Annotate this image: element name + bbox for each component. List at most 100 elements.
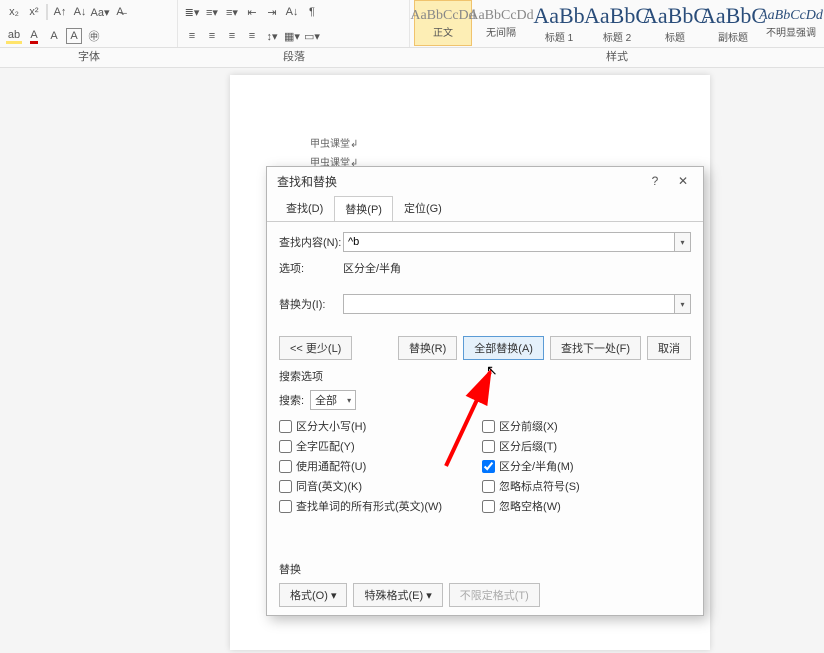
increase-indent-icon[interactable]: ⇥ <box>264 4 280 20</box>
shading-icon[interactable]: ▦▾ <box>284 28 300 44</box>
align-center-icon[interactable]: ≡ <box>204 28 220 44</box>
dialog-title: 查找和替换 <box>277 173 337 190</box>
multilevel-icon[interactable]: ≡▾ <box>224 4 240 20</box>
check-忽略标点符号(S)[interactable]: 忽略标点符号(S) <box>482 478 580 494</box>
checkbox[interactable] <box>279 440 292 453</box>
checkbox[interactable] <box>482 420 495 433</box>
no-format-button[interactable]: 不限定格式(T) <box>449 583 540 607</box>
style-preview: AaBbCcDd <box>759 8 823 24</box>
replace-all-button[interactable]: 全部替换(A) <box>463 336 544 360</box>
check-区分全/半角(M)[interactable]: 区分全/半角(M) <box>482 458 580 474</box>
ribbon: x₂ x² A↑ A↓ Aa▾ A̶ ab A A A ㊥ ↘ ≣▾ ≡▾ ≡▾… <box>0 0 824 48</box>
highlight-icon[interactable]: ab <box>6 28 22 44</box>
checkbox[interactable] <box>279 500 292 513</box>
check-label: 区分前缀(X) <box>499 418 558 434</box>
numbering-icon[interactable]: ≡▾ <box>204 4 220 20</box>
find-next-button[interactable]: 查找下一处(F) <box>550 336 641 360</box>
checkbox[interactable] <box>279 460 292 473</box>
check-同音(英文)(K)[interactable]: 同音(英文)(K) <box>279 478 442 494</box>
close-button[interactable]: ✕ <box>669 169 697 193</box>
borders-icon[interactable]: ▭▾ <box>304 28 320 44</box>
checkbox[interactable] <box>279 480 292 493</box>
check-label: 区分后缀(T) <box>499 438 557 454</box>
line-spacing-icon[interactable]: ↕▾ <box>264 28 280 44</box>
check-查找单词的所有形式(英文)(W)[interactable]: 查找单词的所有形式(英文)(W) <box>279 498 442 514</box>
decrease-indent-icon[interactable]: ⇤ <box>244 4 260 20</box>
bullets-icon[interactable]: ≣▾ <box>184 4 200 20</box>
replace-history-dropdown[interactable]: ▾ <box>675 294 691 314</box>
style-name: 副标题 <box>718 29 748 44</box>
help-button[interactable]: ? <box>641 169 669 193</box>
style-tile-标题[interactable]: AaBbC标题 <box>646 0 704 46</box>
tab-replace[interactable]: 替换(P) <box>334 196 393 222</box>
char-shading-icon[interactable]: A <box>46 28 62 44</box>
checkbox[interactable] <box>482 500 495 513</box>
check-label: 同音(英文)(K) <box>296 478 362 494</box>
decrease-font-icon[interactable]: A↓ <box>72 4 88 20</box>
find-label: 查找内容(N): <box>279 234 343 250</box>
special-format-button[interactable]: 特殊格式(E) ▾ <box>353 583 442 607</box>
replace-button[interactable]: 替换(R) <box>398 336 457 360</box>
search-checkboxes: 区分大小写(H) 全字匹配(Y) 使用通配符(U) 同音(英文)(K) 查找单词的所有形… <box>279 418 691 514</box>
change-case-icon[interactable]: Aa▾ <box>92 4 108 20</box>
find-history-dropdown[interactable]: ▾ <box>675 232 691 252</box>
enclose-icon[interactable]: ㊥ <box>86 28 102 44</box>
font-color-icon[interactable]: A <box>26 28 42 44</box>
find-input[interactable] <box>343 232 675 252</box>
tab-strip: 查找(D) 替换(P) 定位(G) <box>267 195 703 221</box>
style-tile-无间隔[interactable]: AaBbCcDd无间隔 <box>472 0 530 46</box>
check-label: 查找单词的所有形式(英文)(W) <box>296 498 442 514</box>
sep <box>46 4 48 20</box>
search-direction-label: 搜索: <box>279 392 304 408</box>
font-group-label: 字体 <box>0 48 178 67</box>
checkbox[interactable] <box>482 440 495 453</box>
tab-find[interactable]: 查找(D) <box>275 195 334 221</box>
char-border-icon[interactable]: A <box>66 28 82 44</box>
style-preview: AaBbC <box>642 3 708 29</box>
style-name: 标题 <box>665 29 685 44</box>
increase-font-icon[interactable]: A↑ <box>52 4 68 20</box>
check-忽略空格(W)[interactable]: 忽略空格(W) <box>482 498 580 514</box>
doc-line: 甲虫课堂↲ <box>310 135 660 150</box>
check-label: 区分全/半角(M) <box>499 458 574 474</box>
style-tile-正文[interactable]: AaBbCcDd正文 <box>414 0 472 46</box>
check-区分大小写(H)[interactable]: 区分大小写(H) <box>279 418 442 434</box>
style-preview: AaBbC <box>584 3 650 29</box>
find-replace-dialog: 查找和替换 ? ✕ 查找(D) 替换(P) 定位(G) 查找内容(N): ▾ 选… <box>266 166 704 616</box>
style-group-label: 样式 <box>410 48 824 67</box>
style-tile-标题 1[interactable]: AaBb标题 1 <box>530 0 588 46</box>
less-button[interactable]: << 更少(L) <box>279 336 352 360</box>
align-right-icon[interactable]: ≡ <box>224 28 240 44</box>
show-marks-icon[interactable]: ¶ <box>304 4 320 20</box>
superscript-icon[interactable]: x₂ <box>6 4 22 20</box>
subscript-icon[interactable]: x² <box>26 4 42 20</box>
style-tile-标题 2[interactable]: AaBbC标题 2 <box>588 0 646 46</box>
cancel-button[interactable]: 取消 <box>647 336 691 360</box>
style-preview: AaBbC <box>700 3 766 29</box>
check-区分后缀(T)[interactable]: 区分后缀(T) <box>482 438 580 454</box>
search-direction-select[interactable]: 全部 ▾ <box>310 390 356 410</box>
style-tile-副标题[interactable]: AaBbC副标题 <box>704 0 762 46</box>
paragraph-group: ≣▾ ≡▾ ≡▾ ⇤ ⇥ A↓ ¶ ≡ ≡ ≡ ≡ ↕▾ ▦▾ ▭▾ ↘ <box>178 0 410 47</box>
style-tile-不明显强调[interactable]: AaBbCcDd不明显强调 <box>762 0 820 46</box>
align-left-icon[interactable]: ≡ <box>184 28 200 44</box>
checkbox[interactable] <box>482 460 495 473</box>
check-使用通配符(U)[interactable]: 使用通配符(U) <box>279 458 442 474</box>
align-justify-icon[interactable]: ≡ <box>244 28 260 44</box>
style-preview: AaBb <box>533 3 584 29</box>
style-preview: AaBbCcDd <box>468 8 533 24</box>
replace-input[interactable] <box>343 294 675 314</box>
clear-format-icon[interactable]: A̶ <box>112 4 128 20</box>
chevron-down-icon: ▾ <box>347 396 351 405</box>
check-label: 区分大小写(H) <box>296 418 366 434</box>
tab-goto[interactable]: 定位(G) <box>393 195 453 221</box>
dialog-body: 查找内容(N): ▾ 选项: 区分全/半角 替换为(I): ▾ << 更少(L)… <box>267 221 703 615</box>
checkbox[interactable] <box>279 420 292 433</box>
check-全字匹配(Y)[interactable]: 全字匹配(Y) <box>279 438 442 454</box>
style-preview: AaBbCcDd <box>410 8 475 24</box>
sort-icon[interactable]: A↓ <box>284 4 300 20</box>
check-区分前缀(X)[interactable]: 区分前缀(X) <box>482 418 580 434</box>
font-group: x₂ x² A↑ A↓ Aa▾ A̶ ab A A A ㊥ ↘ <box>0 0 178 47</box>
format-button[interactable]: 格式(O) ▾ <box>279 583 347 607</box>
checkbox[interactable] <box>482 480 495 493</box>
